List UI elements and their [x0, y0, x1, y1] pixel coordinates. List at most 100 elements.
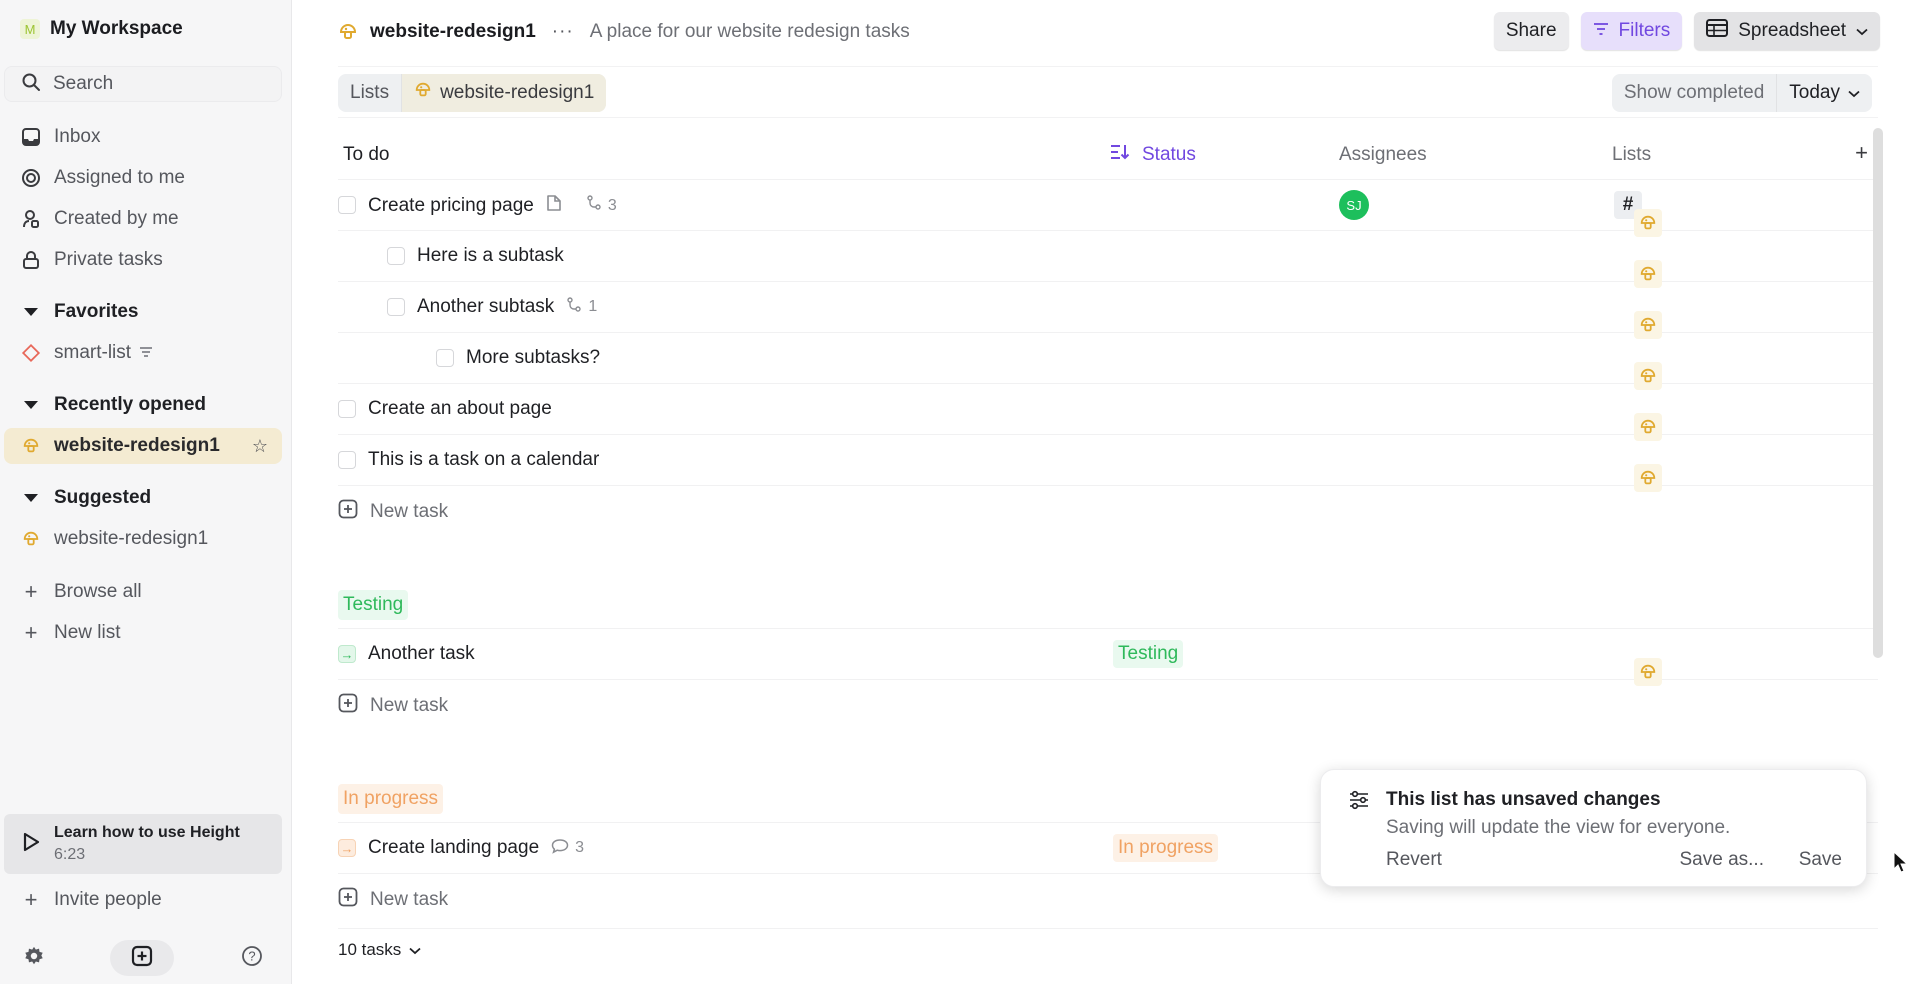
- table-row[interactable]: → Another task Testing: [338, 629, 1878, 686]
- table-row[interactable]: Here is a subtask: [338, 231, 1878, 288]
- status-arrow-icon[interactable]: →: [338, 839, 356, 857]
- task-name[interactable]: Here is a subtask: [417, 245, 564, 267]
- task-name[interactable]: Another task: [368, 643, 475, 665]
- save-button[interactable]: Save: [1799, 849, 1842, 871]
- task-title: Another subtask: [417, 296, 555, 317]
- spreadsheet-icon: [1706, 19, 1729, 43]
- breadcrumb-lists[interactable]: Lists: [338, 74, 401, 112]
- lock-icon: [20, 249, 42, 271]
- section-suggested[interactable]: Suggested: [20, 487, 151, 509]
- task-name[interactable]: Create landing page 3: [368, 837, 584, 859]
- list-header: website-redesign1 ··· A place for our we…: [338, 14, 910, 50]
- search-input[interactable]: [53, 73, 253, 95]
- date-selector[interactable]: Today: [1776, 74, 1872, 112]
- view-selector[interactable]: Spreadsheet: [1694, 12, 1880, 50]
- subtask-count: 1: [588, 298, 598, 315]
- task-checkbox[interactable]: [387, 298, 405, 316]
- status-arrow-icon[interactable]: →: [338, 645, 356, 663]
- learn-video-card[interactable]: Learn how to use Height 6:23: [4, 814, 282, 874]
- section-title: Recently opened: [54, 394, 207, 415]
- breadcrumb-current-list[interactable]: website-redesign1: [401, 74, 607, 112]
- task-checkbox[interactable]: [338, 196, 356, 214]
- vertical-scrollbar[interactable]: [1873, 128, 1883, 658]
- table-row[interactable]: Another subtask 1: [338, 282, 1878, 339]
- task-checkbox[interactable]: [436, 349, 454, 367]
- play-icon: [22, 832, 40, 857]
- task-name[interactable]: Create pricing page 3: [368, 194, 617, 217]
- document-icon: [546, 194, 562, 217]
- browse-all-button[interactable]: + Browse all: [4, 574, 282, 610]
- share-label: Share: [1505, 20, 1557, 41]
- filters-button[interactable]: Filters: [1580, 12, 1683, 50]
- plus-square-icon: [338, 693, 358, 719]
- sidebar-item-assigned[interactable]: Assigned to me: [4, 160, 282, 196]
- table-row[interactable]: More subtasks?: [338, 333, 1878, 390]
- section-recently-opened[interactable]: Recently opened: [20, 394, 206, 416]
- task-checkbox[interactable]: [338, 400, 356, 418]
- column-status[interactable]: Status: [1110, 144, 1196, 166]
- revert-button[interactable]: Revert: [1386, 849, 1442, 871]
- task-title: Here is a subtask: [417, 245, 564, 266]
- list-title[interactable]: website-redesign1: [370, 21, 536, 43]
- task-name[interactable]: This is a task on a calendar: [368, 449, 599, 471]
- table-row[interactable]: Create pricing page 3 SJ #: [338, 180, 1878, 237]
- settings-button[interactable]: [20, 940, 48, 976]
- task-title: Another task: [368, 643, 475, 664]
- table-row[interactable]: This is a task on a calendar: [338, 435, 1878, 492]
- inbox-icon: [20, 126, 42, 148]
- sidebar-item-inbox[interactable]: Inbox: [4, 119, 282, 155]
- new-task-label: New task: [370, 888, 449, 910]
- group-label[interactable]: Testing: [338, 590, 409, 620]
- new-list-button[interactable]: + New list: [4, 615, 282, 651]
- sidebar-item-website-redesign1-recent[interactable]: website-redesign1 ☆: [4, 428, 282, 464]
- add-column-button[interactable]: +: [1855, 140, 1868, 166]
- breadcrumb: Lists website-redesign1: [338, 74, 607, 112]
- plus-icon: +: [24, 620, 38, 645]
- task-count-selector[interactable]: 10 tasks: [338, 940, 421, 960]
- target-icon: [20, 167, 42, 189]
- section-favorites[interactable]: Favorites: [20, 301, 138, 323]
- task-name[interactable]: Another subtask 1: [417, 296, 597, 318]
- star-icon[interactable]: ☆: [252, 436, 268, 457]
- workspace-switcher[interactable]: M My Workspace: [20, 18, 183, 40]
- sidebar-item-smart-list[interactable]: smart-list: [4, 335, 282, 371]
- gear-icon: [23, 945, 45, 972]
- sidebar-item-website-redesign1-suggested[interactable]: website-redesign1: [4, 521, 282, 557]
- share-button[interactable]: Share: [1493, 12, 1569, 50]
- search-box[interactable]: [4, 66, 282, 102]
- new-task-button[interactable]: New task: [338, 486, 1878, 537]
- new-task-global-button[interactable]: [110, 940, 174, 976]
- sidebar-item-label: Invite people: [54, 889, 162, 910]
- header-actions: Share Filters Spreadsheet: [1493, 12, 1880, 50]
- new-task-label: New task: [370, 694, 449, 716]
- plus-square-icon: [131, 945, 153, 972]
- assignee-avatar[interactable]: SJ: [1339, 190, 1369, 220]
- group-label[interactable]: In progress: [338, 784, 444, 814]
- status-badge[interactable]: In progress: [1113, 834, 1219, 862]
- column-lists[interactable]: Lists: [1612, 144, 1651, 166]
- task-name[interactable]: More subtasks?: [466, 347, 600, 369]
- save-as-button[interactable]: Save as...: [1680, 849, 1765, 871]
- sidebar-item-created[interactable]: Created by me: [4, 201, 282, 237]
- toast-subtitle: Saving will update the view for everyone…: [1386, 817, 1731, 838]
- new-task-button[interactable]: New task: [338, 680, 1878, 731]
- sliders-icon: [1349, 790, 1369, 815]
- show-completed-toggle[interactable]: Show completed: [1612, 74, 1776, 112]
- column-todo[interactable]: To do: [343, 144, 389, 166]
- mushroom-icon: [20, 528, 42, 550]
- plus-icon: +: [24, 579, 38, 604]
- list-description[interactable]: A place for our website redesign tasks: [590, 21, 910, 43]
- sidebar-item-label: website-redesign1: [54, 528, 209, 549]
- sidebar-item-private[interactable]: Private tasks: [4, 242, 282, 278]
- help-button[interactable]: ?: [238, 940, 266, 976]
- status-badge[interactable]: Testing: [1113, 640, 1184, 668]
- task-name[interactable]: Create an about page: [368, 398, 552, 420]
- invite-people-button[interactable]: + Invite people: [4, 882, 282, 918]
- task-checkbox[interactable]: [387, 247, 405, 265]
- task-checkbox[interactable]: [338, 451, 356, 469]
- more-options-button[interactable]: ···: [552, 21, 574, 43]
- table-row[interactable]: Create an about page: [338, 384, 1878, 441]
- task-title: More subtasks?: [466, 347, 601, 368]
- column-assignees[interactable]: Assignees: [1339, 144, 1427, 166]
- sidebar-item-label: New list: [54, 622, 121, 643]
